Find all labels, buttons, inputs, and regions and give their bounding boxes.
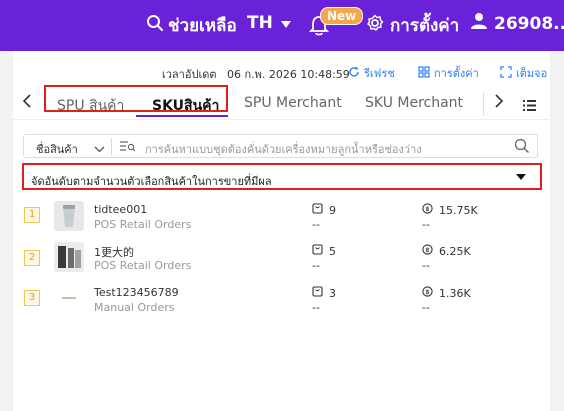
sales-amount: ฿ 15.75K [422,203,478,217]
tab-spu-merchant[interactable]: SPU Merchant [244,95,342,111]
sales-compare: -- [422,301,430,314]
search-bar: ชื่อสินค้า การค้นหาแบบชุดต้องคั่นด้วยเคร… [23,134,538,158]
expand-icon [500,65,512,81]
product-thumbnail [54,284,84,314]
search-icon [146,14,164,37]
product-thumbnail [54,242,84,272]
language-selector[interactable]: TH [247,13,291,33]
product-name: Test123456789 [94,286,179,299]
sales-amount: ฿ 1.36K [422,286,471,300]
caret-down-icon [280,13,291,33]
tabs-divider [13,119,550,120]
bag-icon [312,244,323,258]
chart-settings-button[interactable]: การตั้งค่า [418,64,479,82]
refresh-label: รีเฟรช [364,67,395,80]
ranking-row[interactable]: 3 Test123456789 Manual Orders 3 -- ฿ 1.3… [24,284,539,334]
search-field-label: ชื่อสินค้า [36,143,78,156]
new-badge: New [320,7,364,25]
tab-divider [483,92,484,116]
currency-icon: ฿ [422,286,433,300]
help-link[interactable]: ช่วยเหลือ [146,12,237,39]
quantity-text: 3 [329,286,336,300]
chart-settings-label: การตั้งค่า [434,67,479,80]
svg-text:฿: ฿ [425,288,429,296]
search-field-select[interactable]: ชื่อสินค้า [36,140,105,158]
search-divider [111,138,112,155]
highlight-box-tabs [44,85,228,112]
update-toolbar: เวลาอัปเดต 06 ก.พ. 2026 10:48:59 รีเฟรช … [13,51,550,89]
fullscreen-label: เต็มจอ [516,67,548,80]
language-label: TH [247,13,273,33]
svg-text:฿: ฿ [425,205,429,213]
quantity-compare: -- [312,301,320,314]
rank-badge: 2 [24,250,40,266]
rank-badge: 3 [24,290,40,306]
update-time-label: เวลาอัปเดต 06 ก.พ. 2026 10:48:59 [162,65,350,83]
sales-amount-text: 1.36K [439,286,471,300]
refresh-icon [348,66,360,81]
sales-compare: -- [422,259,430,272]
batch-search-icon [120,140,136,155]
quantity-value: 3 [312,286,336,300]
order-source: Manual Orders [94,301,175,314]
help-label: ช่วยเหลือ [168,16,237,36]
top-navigation-bar: ช่วยเหลือ TH New การตั้งค่า 26908... [0,0,564,51]
list-menu-icon[interactable] [523,96,536,115]
rank-badge: 1 [24,207,40,223]
tab-next-arrow-icon[interactable] [494,94,504,112]
settings-link[interactable]: การตั้งค่า [366,12,459,39]
sales-amount-text: 6.25K [439,244,471,258]
bag-icon [312,203,323,217]
product-name: tidtee001 [94,203,148,216]
quantity-text: 5 [329,244,336,258]
highlight-box-sort [22,163,542,190]
quantity-value: 9 [312,203,336,217]
user-id: 26908... [494,13,564,34]
currency-icon: ฿ [422,203,433,217]
search-input[interactable]: การค้นหาแบบชุดต้องคั่นด้วยเครื่องหมายลูก… [145,140,422,158]
page-background-left [0,51,13,411]
sales-amount-text: 15.75K [439,203,478,217]
order-source: POS Retail Orders [94,218,192,231]
refresh-button[interactable]: รีเฟรช [348,64,395,82]
product-thumbnail [54,201,84,231]
quantity-compare: -- [312,218,320,231]
quantity-value: 5 [312,244,336,258]
chevron-down-icon [94,143,105,156]
tab-sku-merchant[interactable]: SKU Merchant [365,95,463,111]
user-icon [470,12,488,35]
quantity-compare: -- [312,259,320,272]
sales-amount: ฿ 6.25K [422,244,471,258]
fullscreen-button[interactable]: เต็มจอ [500,64,547,82]
page-background-right [550,51,564,411]
settings-label: การตั้งค่า [390,16,460,36]
product-name: 1更大的 [94,246,134,259]
active-tab-indicator [136,115,228,117]
quantity-text: 9 [329,203,336,217]
bag-icon [312,286,323,300]
gear-icon [366,14,384,37]
update-label: เวลาอัปเดต [162,68,217,81]
svg-text:฿: ฿ [425,246,429,254]
currency-icon: ฿ [422,244,433,258]
tab-prev-arrow-icon[interactable] [22,94,32,112]
order-source: POS Retail Orders [94,259,192,272]
update-time: 06 ก.พ. 2026 10:48:59 [227,68,350,81]
user-menu[interactable]: 26908... [470,12,564,35]
sales-compare: -- [422,218,430,231]
search-icon[interactable] [514,138,530,157]
grid-icon [418,65,430,81]
